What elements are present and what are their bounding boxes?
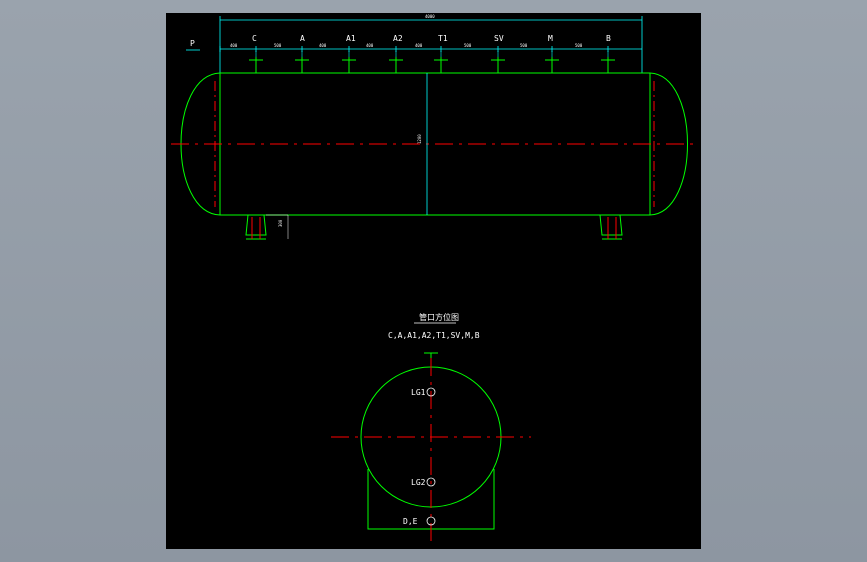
nozzle-label-a1: A1	[346, 34, 356, 43]
nozzle-label-a: A	[300, 34, 305, 43]
spacing-label: 400	[415, 43, 423, 48]
nozzle-a	[295, 51, 309, 73]
nozzle-label-t1: T1	[438, 34, 448, 43]
nozzle-a1	[342, 51, 356, 73]
drawing-canvas: 4000 P C A A1 A2 T1 SV M B 400 500 400 4…	[166, 13, 701, 549]
lg2-label: LG2	[411, 478, 426, 487]
end-view-title: 管口方位图	[419, 312, 459, 322]
spacing-label: 500	[464, 43, 472, 48]
diameter-label: 1200	[417, 134, 422, 144]
drain-label: D,E	[403, 517, 418, 526]
spacing-label: 400	[366, 43, 374, 48]
saddle-right	[599, 214, 623, 240]
nozzle-t1	[434, 51, 448, 73]
nozzle-a2	[389, 51, 403, 73]
nozzle-label-sv: SV	[494, 34, 504, 43]
nozzles	[249, 51, 615, 73]
nozzle-label-m: M	[548, 34, 553, 43]
nozzle-label-c: C	[252, 34, 257, 43]
lg1-label: LG1	[411, 388, 426, 397]
spacing-label: 500	[520, 43, 528, 48]
nozzle-labels: C A A1 A2 T1 SV M B	[252, 34, 611, 43]
spacing-label: 400	[319, 43, 327, 48]
nozzle-label-a2: A2	[393, 34, 403, 43]
vessel-side-view: 4000 P C A A1 A2 T1 SV M B 400 500 400 4…	[171, 14, 699, 240]
nozzle-label-b: B	[606, 34, 611, 43]
spacing-label: 500	[274, 43, 282, 48]
spacing-label: 400	[230, 43, 238, 48]
nozzle-c	[249, 51, 263, 73]
nozzle-list: C,A,A1,A2,T1,SV,M,B	[388, 331, 480, 340]
nozzle-b	[601, 51, 615, 73]
spacing-labels: 400 500 400 400 400 500 500 500	[230, 43, 583, 48]
saddle-dim-label: 300	[278, 219, 283, 227]
nozzle-m	[545, 51, 559, 73]
spacing-label: 500	[575, 43, 583, 48]
overall-dim-label: 4000	[425, 14, 435, 19]
vessel-end-view: 管口方位图 C,A,A1,A2,T1,SV,M,B LG1 LG2 D,E	[331, 312, 531, 545]
p-label: P	[190, 39, 195, 48]
nozzle-sv	[491, 51, 505, 73]
